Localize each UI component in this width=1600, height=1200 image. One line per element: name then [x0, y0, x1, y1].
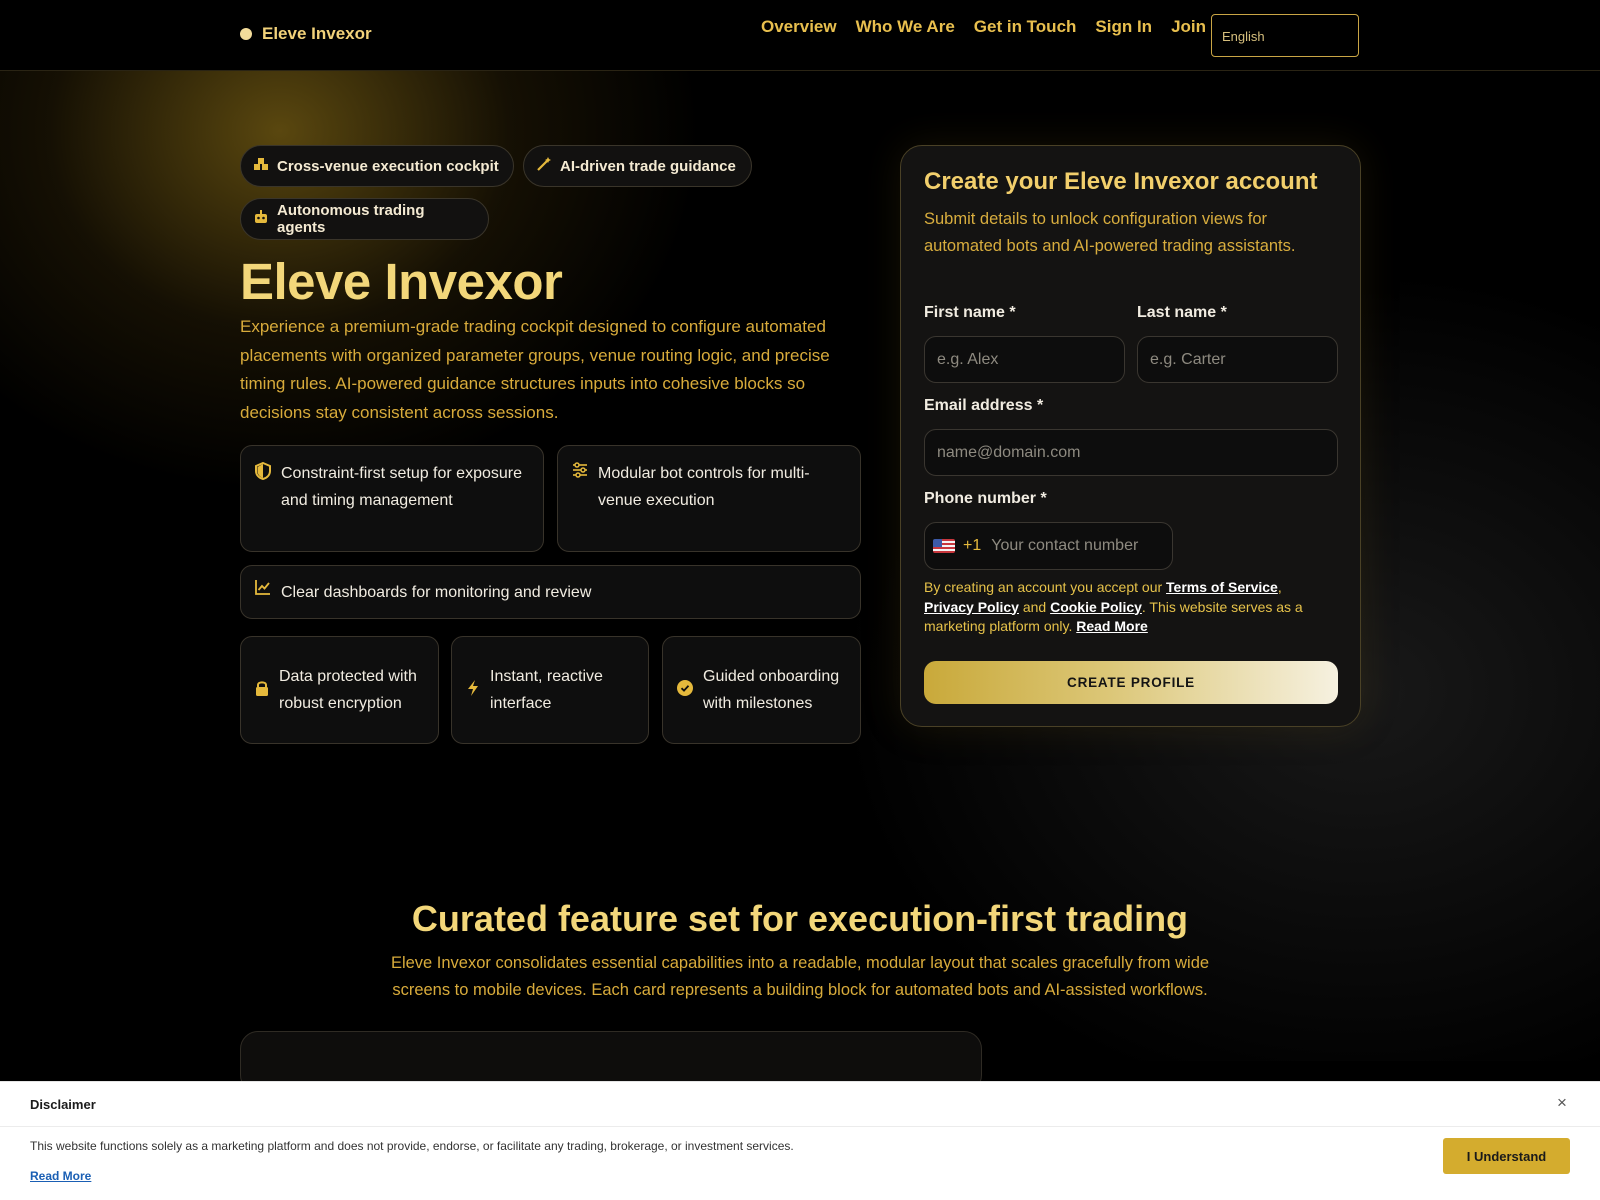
terms-read-more-link[interactable]: Read More: [1076, 618, 1148, 634]
language-select[interactable]: English: [1211, 14, 1359, 57]
chart-line-icon: [255, 579, 271, 599]
chip-label: Cross-venue execution cockpit: [277, 157, 499, 175]
cubes-icon: [253, 156, 269, 176]
features-description: Eleve Invexor consolidates essential cap…: [390, 954, 1210, 999]
terms-prefix: By creating an account you accept our: [924, 579, 1167, 595]
us-flag-icon[interactable]: [933, 539, 955, 553]
disclaimer-title: Disclaimer: [30, 1097, 96, 1112]
phone-label: Phone number *: [924, 490, 1047, 507]
disclaimer-text: This website functions solely as a marke…: [30, 1139, 794, 1153]
robot-icon: [253, 209, 269, 229]
hero-description: Experience a premium-grade trading cockp…: [240, 317, 830, 422]
nav-get-in-touch[interactable]: Get in Touch: [974, 17, 1077, 37]
disclaimer-banner: Disclaimer × This website functions sole…: [0, 1081, 1600, 1200]
nav-overview[interactable]: Overview: [761, 17, 837, 37]
feature-card-dashboards: Clear dashboards for monitoring and revi…: [240, 565, 861, 619]
terms-and: and: [1018, 598, 1051, 615]
chip-cross-venue: Cross-venue execution cockpit: [240, 145, 514, 187]
terms-notice: By creating an account you accept our Te…: [924, 578, 1334, 637]
badge-card-interface: Instant, reactive interface: [451, 636, 649, 744]
phone-field-group: +1: [924, 522, 1173, 570]
feature-text: Clear dashboards for monitoring and revi…: [281, 583, 592, 601]
feature-card-modular: Modular bot controls for multi-venue exe…: [557, 445, 861, 552]
last-name-field[interactable]: [1137, 336, 1338, 383]
first-name-label: First name *: [924, 304, 1016, 321]
chip-label: AI-driven trade guidance: [560, 157, 736, 175]
disclaimer-read-more-link[interactable]: Read More: [30, 1169, 91, 1183]
nav-join[interactable]: Join: [1171, 17, 1206, 37]
magic-wand-icon: [536, 156, 552, 176]
badge-card-encryption: Data protected with robust encryption: [240, 636, 439, 744]
brand-logo[interactable]: Eleve Invexor: [240, 24, 372, 44]
signup-title: Create your Eleve Invexor account: [924, 168, 1318, 195]
i-understand-button[interactable]: I Understand: [1443, 1138, 1570, 1174]
signup-subtitle: Submit details to unlock configuration v…: [924, 210, 1296, 255]
features-title: Curated feature set for execution-first …: [411, 898, 1189, 939]
phone-field[interactable]: [989, 536, 1164, 556]
terms-comma: ,: [1277, 579, 1282, 595]
badge-card-onboarding: Guided onboarding with milestones: [662, 636, 861, 744]
email-label: Email address *: [924, 397, 1044, 414]
feature-text: Constraint-first setup for exposure and …: [281, 465, 522, 509]
dial-code[interactable]: +1: [963, 537, 981, 555]
shield-icon: [255, 461, 271, 537]
feature-text: Modular bot controls for multi-venue exe…: [598, 465, 810, 509]
privacy-policy-link[interactable]: Privacy Policy: [924, 599, 1019, 615]
lightning-icon: [466, 680, 480, 700]
top-navigation-bar: Eleve Invexor Overview Who We Are Get in…: [0, 0, 1600, 71]
terms-of-service-link[interactable]: Terms of Service: [1166, 579, 1278, 595]
lock-icon: [255, 680, 269, 700]
disclaimer-header: Disclaimer ×: [0, 1082, 1600, 1127]
email-field[interactable]: [924, 429, 1338, 476]
sliders-icon: [572, 462, 588, 537]
feature-card-constraint: Constraint-first setup for exposure and …: [240, 445, 544, 552]
chip-autonomous-agents: Autonomous trading agents: [240, 198, 489, 240]
create-profile-button[interactable]: CREATE PROFILE: [924, 661, 1338, 704]
close-icon[interactable]: ×: [1557, 1093, 1567, 1113]
nav-who-we-are[interactable]: Who We Are: [856, 17, 955, 37]
last-name-label: Last name *: [1137, 304, 1227, 321]
cookie-policy-link[interactable]: Cookie Policy: [1050, 599, 1142, 615]
chip-label: Autonomous trading agents: [277, 202, 425, 236]
check-circle-icon: [677, 680, 693, 700]
signup-panel: Create your Eleve Invexor account Submit…: [900, 145, 1361, 727]
brand-dot-icon: [240, 28, 252, 40]
badge-text: Guided onboarding with milestones: [703, 668, 840, 712]
main-nav: Overview Who We Are Get in Touch Sign In…: [761, 17, 1206, 37]
badge-text: Instant, reactive interface: [490, 668, 603, 712]
hero-title: Eleve Invexor: [240, 253, 563, 310]
badge-text: Data protected with robust encryption: [279, 668, 417, 712]
first-name-field[interactable]: [924, 336, 1125, 383]
brand-name: Eleve Invexor: [262, 24, 372, 43]
nav-sign-in[interactable]: Sign In: [1095, 17, 1152, 37]
chip-ai-guidance: AI-driven trade guidance: [523, 145, 752, 187]
